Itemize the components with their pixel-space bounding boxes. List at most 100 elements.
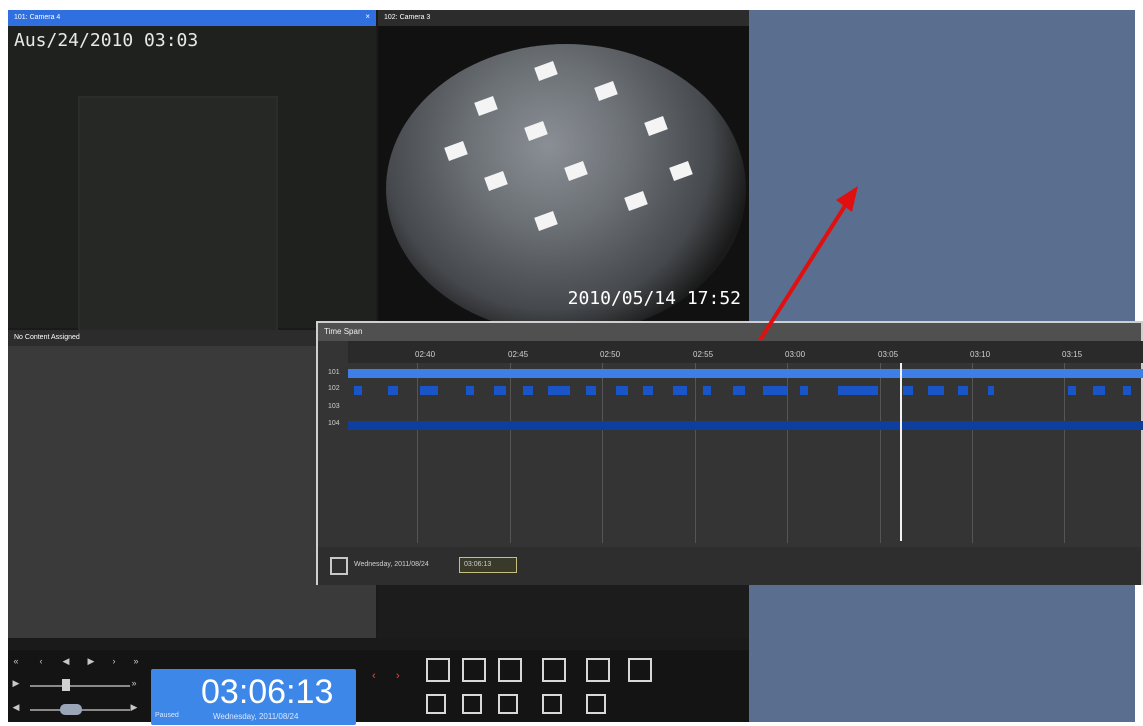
tick-label: 03:05 xyxy=(878,350,899,359)
record-icon[interactable] xyxy=(462,694,482,714)
play-reverse-button[interactable]: ◀ xyxy=(60,656,72,667)
ceiling-light xyxy=(524,121,548,141)
recording-segment[interactable] xyxy=(1123,386,1131,395)
recording-segment[interactable] xyxy=(763,386,787,395)
current-time-display: 03:06:13 Paused Wednesday, 2011/08/24 xyxy=(151,669,356,725)
recording-segment[interactable] xyxy=(548,386,570,395)
camera-1-timestamp: Aus/24/2010 03:03 xyxy=(14,30,199,51)
close-icon[interactable]: × xyxy=(365,12,370,22)
recording-segment[interactable] xyxy=(348,421,1143,430)
tick-label: 02:55 xyxy=(693,350,714,359)
recording-segment[interactable] xyxy=(586,386,596,395)
row-label: 101 xyxy=(328,369,340,376)
tick-label: 02:45 xyxy=(508,350,529,359)
ceiling-light xyxy=(624,191,648,211)
doorway-shape xyxy=(78,96,278,336)
recording-segment[interactable] xyxy=(958,386,968,395)
camera-3-title: No Content Assigned xyxy=(14,334,80,341)
recording-segment[interactable] xyxy=(348,369,1143,378)
fast-forward-button[interactable]: » xyxy=(130,656,142,666)
time-span-title: Time Span xyxy=(318,323,1141,341)
custom-layout-icon[interactable] xyxy=(628,658,652,682)
fullscreen-icon[interactable] xyxy=(426,658,450,682)
export-icon[interactable] xyxy=(426,694,446,714)
recording-segment[interactable] xyxy=(703,386,711,395)
camera-1-title-bar[interactable]: 101: Camera 4 × xyxy=(8,10,376,26)
previous-event-button[interactable]: ‹ xyxy=(372,670,376,682)
ceiling-light xyxy=(564,161,588,181)
recording-segment[interactable] xyxy=(466,386,474,395)
playback-controls: « ‹ ◀ ▶ › » ▶ » ◀ ▶ 03:06:13 Paused Wedn… xyxy=(8,650,749,725)
snapshot-icon[interactable] xyxy=(542,694,562,714)
max-speed-icon: » xyxy=(131,678,137,688)
next-event-button[interactable]: › xyxy=(396,670,400,682)
step-right-icon[interactable]: ▶ xyxy=(128,702,140,713)
time-span-footer: Wednesday, 2011/08/24 03:06:13 xyxy=(318,547,1141,585)
track-104[interactable] xyxy=(348,421,1143,430)
track-101[interactable] xyxy=(348,369,1143,378)
recording-segment[interactable] xyxy=(903,386,913,395)
recording-segment[interactable] xyxy=(643,386,653,395)
camera-tile-2[interactable]: 102: Camera 3 2010/05/14 17:52 xyxy=(378,10,749,334)
recording-segment[interactable] xyxy=(494,386,506,395)
recording-segment[interactable] xyxy=(388,386,398,395)
ceiling-light xyxy=(474,96,498,116)
recording-segment[interactable] xyxy=(616,386,628,395)
footer-date: Wednesday, 2011/08/24 xyxy=(354,561,429,568)
tick-label: 02:40 xyxy=(415,350,436,359)
tick-label: 02:50 xyxy=(600,350,621,359)
row-label: 103 xyxy=(328,403,340,410)
jog-slider-thumb[interactable] xyxy=(60,704,82,715)
track-102[interactable] xyxy=(348,386,1143,395)
tick-label: 03:15 xyxy=(1062,350,1083,359)
ceiling-light xyxy=(644,116,668,136)
ceiling-light xyxy=(534,61,558,81)
ceiling-light xyxy=(484,171,508,191)
recording-segment[interactable] xyxy=(420,386,438,395)
trash-icon[interactable] xyxy=(586,694,606,714)
ceiling-light xyxy=(534,211,558,231)
recording-segment[interactable] xyxy=(988,386,994,395)
single-view-icon[interactable] xyxy=(498,658,522,682)
rewind-fast-button[interactable]: « xyxy=(10,656,22,666)
recording-segment[interactable] xyxy=(838,386,878,395)
recording-segment[interactable] xyxy=(733,386,745,395)
current-date: Wednesday, 2011/08/24 xyxy=(213,712,299,721)
clip-icon[interactable] xyxy=(498,694,518,714)
step-back-button[interactable]: ‹ xyxy=(35,656,47,666)
swap-icon[interactable] xyxy=(462,658,486,682)
camera-tile-1[interactable]: 101: Camera 4 × Aus/24/2010 03:03 xyxy=(8,10,376,336)
tick-label: 03:00 xyxy=(785,350,806,359)
ceiling-light xyxy=(444,141,468,161)
recording-segment[interactable] xyxy=(800,386,808,395)
nine-view-icon[interactable] xyxy=(586,658,610,682)
ceiling-light xyxy=(594,81,618,101)
slow-speed-icon: ▶ xyxy=(12,678,20,688)
play-button[interactable]: ▶ xyxy=(85,656,97,667)
camera-2-timestamp: 2010/05/14 17:52 xyxy=(567,288,741,309)
speed-slider[interactable] xyxy=(30,685,130,687)
speed-slider-thumb[interactable] xyxy=(62,679,70,691)
camera-1-title: 101: Camera 4 xyxy=(14,14,61,21)
recording-segment[interactable] xyxy=(1093,386,1105,395)
camera-2-title: 102: Camera 3 xyxy=(384,14,431,21)
recording-segment[interactable] xyxy=(1068,386,1076,395)
time-span-window[interactable]: Time Span 02:40 02:45 02:50 02:55 03:00 … xyxy=(316,321,1143,585)
red-arrow-annotation xyxy=(758,186,858,342)
recording-segment[interactable] xyxy=(673,386,687,395)
footer-time-field[interactable]: 03:06:13 xyxy=(459,557,517,573)
recording-segment[interactable] xyxy=(928,386,944,395)
recording-segment[interactable] xyxy=(354,386,362,395)
playback-cursor[interactable] xyxy=(900,363,902,541)
current-time: 03:06:13 xyxy=(201,673,334,711)
camera-2-feed[interactable] xyxy=(378,26,749,334)
ceiling-light xyxy=(669,161,693,181)
step-forward-button[interactable]: › xyxy=(108,656,120,666)
quad-view-icon[interactable] xyxy=(542,658,566,682)
row-label: 102 xyxy=(328,385,340,392)
step-left-icon[interactable]: ◀ xyxy=(10,702,22,713)
camera-1-feed[interactable] xyxy=(8,26,376,336)
recording-segment[interactable] xyxy=(523,386,533,395)
camera-2-title-bar[interactable]: 102: Camera 3 xyxy=(378,10,749,26)
calendar-icon[interactable] xyxy=(330,557,348,575)
